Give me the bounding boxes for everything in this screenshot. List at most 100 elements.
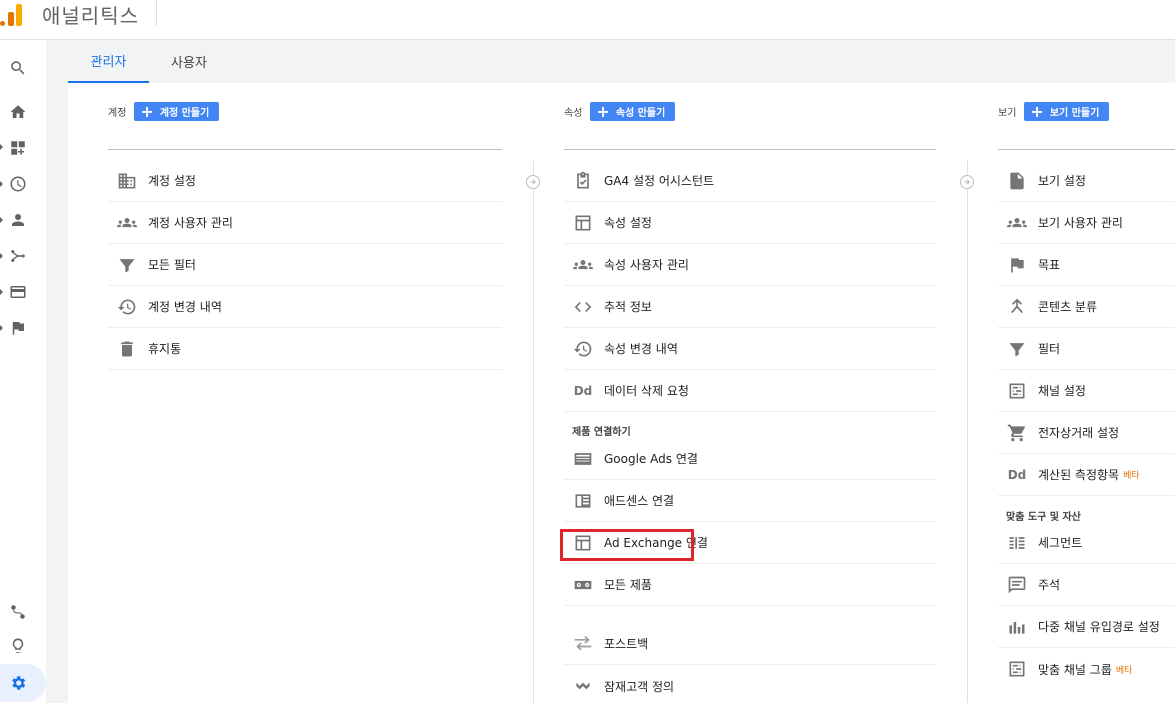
dd-icon: Dd — [573, 383, 593, 398]
analytics-logo-icon[interactable] — [0, 2, 26, 26]
postback-icon — [572, 633, 594, 655]
property-change-history-item[interactable]: 속성 변경 내역 — [564, 328, 936, 370]
create-account-label: 계정 만들기 — [159, 108, 210, 119]
item-label: 모든 필터 — [148, 258, 196, 272]
trash-can-item[interactable]: 휴지통 — [108, 328, 502, 370]
create-property-button[interactable]: + 속성 만들기 — [590, 101, 676, 121]
create-view-button[interactable]: + 보기 만들기 — [1024, 101, 1110, 121]
item-label: 계정 변경 내역 — [148, 300, 222, 314]
flag-icon — [1006, 254, 1028, 276]
property-label: 속성 — [564, 108, 583, 119]
view-filters-item[interactable]: 필터 — [998, 328, 1175, 370]
lightbulb-icon[interactable] — [6, 634, 30, 658]
adsense-highlight-box — [560, 529, 694, 561]
property-user-management-item[interactable]: 속성 사용자 관리 — [564, 244, 936, 286]
custom-channel-grouping-item[interactable]: 맞춤 채널 그룹 베타 — [998, 648, 1175, 690]
attribution-icon[interactable] — [6, 600, 30, 624]
channel-settings-icon — [1006, 380, 1028, 402]
window-icon — [572, 212, 594, 234]
dd-icon: Dd — [1007, 467, 1027, 482]
arrow-right-icon — [526, 175, 540, 189]
item-label: 잠재고객 정의 — [604, 679, 675, 694]
arrow-right-icon — [960, 175, 974, 189]
admin-panel: 계정 + 계정 만들기 계정 설정 계정 사용자 관리 모든 필터 계정 변경 … — [68, 83, 1175, 703]
calculated-metrics-item[interactable]: Dd 계산된 측정항목 베타 — [998, 454, 1175, 496]
realtime-clock-icon[interactable] — [6, 172, 30, 196]
create-view-label: 보기 만들기 — [1049, 108, 1100, 119]
expand-caret-icon — [0, 325, 3, 331]
checklist-icon — [572, 170, 594, 192]
account-divider — [108, 149, 502, 150]
item-label: 세그먼트 — [1038, 536, 1083, 550]
plus-icon: + — [1030, 101, 1044, 121]
filter-icon — [116, 254, 138, 276]
conversions-flag-icon[interactable] — [6, 316, 30, 340]
property-divider — [564, 149, 936, 150]
account-user-management-item[interactable]: 계정 사용자 관리 — [108, 202, 502, 244]
item-label: 포스트백 — [604, 637, 649, 651]
expand-caret-icon — [0, 253, 3, 259]
view-label: 보기 — [998, 108, 1017, 119]
item-label: 채널 설정 — [1038, 384, 1086, 398]
people-icon — [1006, 212, 1028, 234]
expand-caret-icon — [0, 181, 3, 187]
account-label: 계정 — [108, 108, 127, 119]
view-user-management-item[interactable]: 보기 사용자 관리 — [998, 202, 1175, 244]
adsense-linking-item[interactable]: 애드센스 연결 — [564, 480, 936, 522]
ga4-setup-assistant-item[interactable]: GA4 설정 어시스턴트 — [564, 160, 936, 202]
expand-caret-icon — [0, 289, 3, 295]
home-icon[interactable] — [6, 100, 30, 124]
channel-settings-item[interactable]: 채널 설정 — [998, 370, 1175, 412]
admin-gear-icon[interactable] — [6, 671, 30, 695]
all-products-item[interactable]: 모든 제품 — [564, 564, 936, 606]
product-links-section-label: 제품 연결하기 — [572, 427, 631, 438]
view-settings-item[interactable]: 보기 설정 — [998, 160, 1175, 202]
account-settings-item[interactable]: 계정 설정 — [108, 160, 502, 202]
ecommerce-settings-item[interactable]: 전자상거래 설정 — [998, 412, 1175, 454]
audience-person-icon[interactable] — [6, 208, 30, 232]
app-title: 애널리틱스 — [42, 4, 139, 28]
property-column-header: 속성 + 속성 만들기 — [564, 101, 676, 121]
audience-definitions-item[interactable]: 잠재고객 정의 — [564, 665, 936, 703]
google-ads-linking-item[interactable]: Google Ads 연결 — [564, 438, 936, 480]
bar-chart-icon — [1006, 616, 1028, 638]
all-filters-item[interactable]: 모든 필터 — [108, 244, 502, 286]
title-divider — [156, 0, 157, 26]
link-chain-icon — [572, 574, 594, 596]
expand-caret-icon — [0, 217, 3, 223]
account-column-header: 계정 + 계정 만들기 — [108, 102, 220, 121]
content-grouping-icon — [1006, 296, 1028, 318]
google-ads-icon — [572, 448, 594, 470]
item-label: 계산된 측정항목 — [1038, 468, 1120, 482]
expand-caret-icon — [0, 144, 3, 150]
goals-item[interactable]: 목표 — [998, 244, 1175, 286]
acquisition-icon[interactable] — [6, 244, 30, 268]
plus-icon: + — [596, 101, 610, 121]
item-label: 맞춤 채널 그룹 — [1038, 662, 1112, 677]
item-label: 다중 채널 유입경로 설정 — [1038, 620, 1160, 634]
people-icon — [116, 212, 138, 234]
behavior-icon[interactable] — [6, 280, 30, 304]
data-deletion-request-item[interactable]: Dd 데이터 삭제 요청 — [564, 370, 936, 412]
search-icon[interactable] — [6, 56, 30, 80]
property-settings-item[interactable]: 속성 설정 — [564, 202, 936, 244]
postbacks-item[interactable]: 포스트백 — [564, 623, 936, 665]
tracking-info-item[interactable]: 추적 정보 — [564, 286, 936, 328]
account-change-history-item[interactable]: 계정 변경 내역 — [108, 286, 502, 328]
tab-admin[interactable]: 관리자 — [68, 40, 149, 83]
mcf-settings-item[interactable]: 다중 채널 유입경로 설정 — [998, 606, 1175, 648]
content-grouping-item[interactable]: 콘텐츠 분류 — [998, 286, 1175, 328]
annotation-icon — [1006, 574, 1028, 596]
column-separator — [533, 160, 534, 703]
item-label: 모든 제품 — [604, 578, 652, 592]
item-label: 계정 사용자 관리 — [148, 216, 233, 230]
tab-user[interactable]: 사용자 — [156, 40, 222, 83]
customization-icon[interactable] — [6, 136, 30, 160]
building-icon — [116, 170, 138, 192]
document-icon — [1006, 170, 1028, 192]
create-account-button[interactable]: + 계정 만들기 — [134, 102, 220, 121]
create-property-label: 속성 만들기 — [615, 108, 666, 119]
annotations-item[interactable]: 주석 — [998, 564, 1175, 606]
item-label: Google Ads 연결 — [604, 452, 698, 466]
segments-item[interactable]: 세그먼트 — [998, 522, 1175, 564]
